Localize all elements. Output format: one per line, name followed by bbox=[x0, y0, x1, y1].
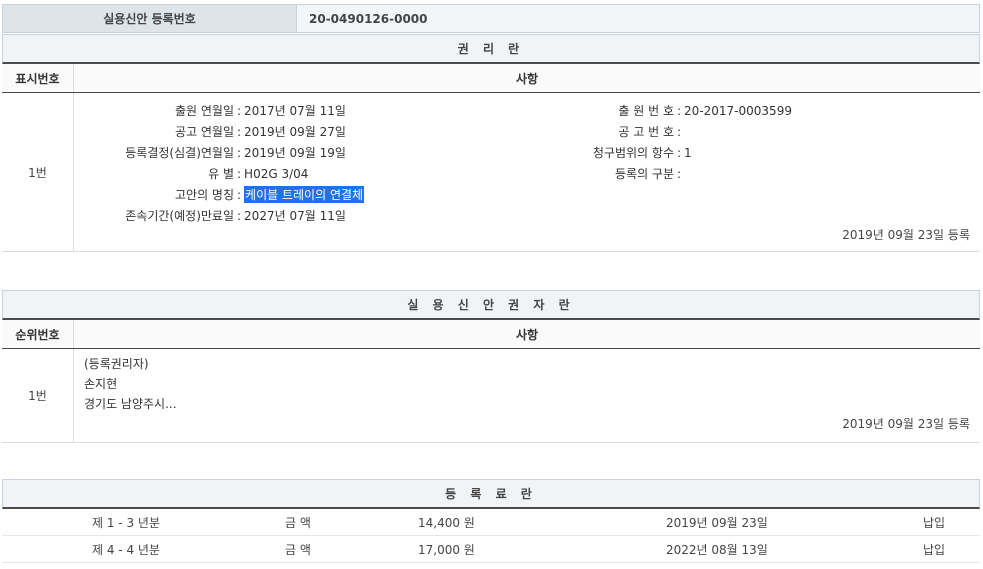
publication-date-value: 2019년 09월 27일 bbox=[244, 125, 346, 139]
rights-row-number: 1번 bbox=[2, 93, 74, 251]
application-number-value: 20-2017-0003599 bbox=[684, 103, 792, 118]
owners-section: 실 용 신 안 권 자 란 순위번호 사항 1번 (등록권리자) 손지현 경기도… bbox=[2, 290, 980, 443]
owners-row: 1번 (등록권리자) 손지현 경기도 남양주시... 2019년 09월 23일… bbox=[2, 349, 980, 443]
rights-section: 권 리 란 표시번호 사항 1번 출원 연월일: 2017년 07월 11일 공… bbox=[2, 34, 980, 252]
rank-number-header: 순위번호 bbox=[2, 320, 74, 348]
publication-number-field: 공 고 번 호: bbox=[524, 121, 684, 142]
rights-details: 출원 연월일: 2017년 07월 11일 공고 연월일: 2019년 09월 … bbox=[74, 93, 980, 251]
publication-date-field: 공고 연월일: 2019년 09월 27일 bbox=[74, 121, 346, 142]
registration-number-label: 실용신안 등록번호 bbox=[3, 5, 297, 32]
owners-title: 실 용 신 안 권 자 란 bbox=[2, 290, 980, 320]
fee-date: 2022년 08월 13일 bbox=[666, 542, 768, 557]
expiry-date-label: 존속기간(예정)만료일 bbox=[125, 209, 234, 223]
display-number-header: 표시번호 bbox=[2, 64, 74, 92]
title-label: 고안의 명칭 bbox=[174, 188, 234, 202]
fees-section: 등 록 료 란 제 1 - 3 년분 금 액 14,400 원 2019년 09… bbox=[2, 479, 980, 563]
registration-number-value: 20-0490126-0000 bbox=[297, 5, 979, 32]
owner-type: (등록권리자) bbox=[84, 357, 149, 371]
registration-header: 실용신안 등록번호 20-0490126-0000 bbox=[2, 4, 980, 33]
filing-date-value: 2017년 07월 11일 bbox=[244, 104, 346, 118]
owner-info: (등록권리자) 손지현 경기도 남양주시... bbox=[84, 354, 177, 414]
decision-date-label: 등록결정(심결)연월일 bbox=[125, 146, 234, 160]
filing-date-field: 출원 연월일: 2017년 07월 11일 bbox=[74, 100, 346, 121]
filing-date-label: 출원 연월일 bbox=[174, 104, 234, 118]
classification-label: 유 별 bbox=[208, 167, 234, 181]
registration-type-label: 등록의 구분 bbox=[614, 167, 674, 181]
fee-row: 제 4 - 4 년분 금 액 17,000 원 2022년 08월 13일 납입 bbox=[2, 536, 980, 563]
fee-period: 제 1 - 3 년분 bbox=[92, 515, 160, 530]
fee-period: 제 4 - 4 년분 bbox=[92, 542, 160, 557]
owners-row-number: 1번 bbox=[2, 349, 74, 442]
rights-row: 1번 출원 연월일: 2017년 07월 11일 공고 연월일: 2019년 0… bbox=[2, 93, 980, 252]
rights-column-header: 표시번호 사항 bbox=[2, 64, 980, 93]
fee-amount-label: 금 액 bbox=[285, 515, 311, 530]
title-value[interactable]: 케이블 트레이의 연결체 bbox=[244, 186, 365, 203]
expiry-date-field: 존속기간(예정)만료일: 2027년 07월 11일 bbox=[74, 205, 346, 226]
classification-value: H02G 3/04 bbox=[244, 166, 309, 181]
owner-name: 손지현 bbox=[84, 377, 118, 391]
owner-address: 경기도 남양주시... bbox=[84, 397, 177, 411]
fee-amount: 14,400 원 bbox=[418, 515, 475, 530]
decision-date-field: 등록결정(심결)연월일: 2019년 09월 19일 bbox=[74, 142, 346, 163]
application-number-label: 출 원 번 호 bbox=[618, 104, 674, 118]
decision-date-value: 2019년 09월 19일 bbox=[244, 146, 346, 160]
item-header: 사항 bbox=[515, 71, 539, 86]
fee-row: 제 1 - 3 년분 금 액 14,400 원 2019년 09월 23일 납입 bbox=[2, 509, 980, 536]
fees-title: 등 록 료 란 bbox=[2, 479, 980, 509]
fee-amount-label: 금 액 bbox=[285, 542, 311, 557]
publication-number-label: 공 고 번 호 bbox=[618, 125, 674, 139]
rights-title: 권 리 란 bbox=[2, 34, 980, 64]
rights-registration-date: 2019년 09월 23일 등록 bbox=[842, 228, 970, 242]
owners-details: (등록권리자) 손지현 경기도 남양주시... 2019년 09월 23일 등록 bbox=[74, 349, 980, 442]
fee-amount: 17,000 원 bbox=[418, 542, 475, 557]
owners-registration-date: 2019년 09월 23일 등록 bbox=[842, 417, 970, 431]
claims-count-value: 1 bbox=[684, 145, 692, 160]
registration-type-field: 등록의 구분: bbox=[524, 163, 684, 184]
expiry-date-value: 2027년 07월 11일 bbox=[244, 209, 346, 223]
owners-item-header: 사항 bbox=[515, 327, 539, 342]
publication-date-label: 공고 연월일 bbox=[174, 125, 234, 139]
application-number-field: 출 원 번 호: 20-2017-0003599 bbox=[524, 100, 792, 121]
claims-count-field: 청구범위의 항수: 1 bbox=[524, 142, 692, 163]
claims-count-label: 청구범위의 항수 bbox=[592, 146, 674, 160]
owners-column-header: 순위번호 사항 bbox=[2, 320, 980, 349]
title-field: 고안의 명칭: 케이블 트레이의 연결체 bbox=[74, 184, 365, 205]
classification-field: 유 별: H02G 3/04 bbox=[74, 163, 308, 184]
fee-status: 납입 bbox=[923, 542, 946, 557]
fee-status: 납입 bbox=[923, 515, 946, 530]
fee-date: 2019년 09월 23일 bbox=[666, 515, 768, 530]
